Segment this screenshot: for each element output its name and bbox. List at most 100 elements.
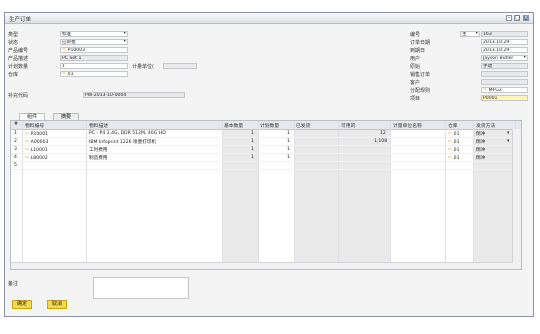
horizontal-scrollbar[interactable]	[11, 262, 513, 269]
col-header-base-qty[interactable]: 基本数量	[224, 122, 243, 129]
row-planned-qty[interactable]: 1	[287, 139, 290, 144]
dist-rule-label: 分配规则	[410, 88, 431, 94]
row-item-no[interactable]: ⇨ L80002	[25, 155, 48, 161]
row-index: 2	[14, 139, 17, 144]
chevron-down-icon[interactable]: ▾	[507, 139, 509, 144]
planned-qty-field[interactable]: 1	[60, 63, 128, 69]
due-date-label: 到期日	[410, 48, 426, 54]
row-base-qty[interactable]: 1	[251, 155, 254, 160]
link-arrow-icon[interactable]: ⇨	[25, 131, 29, 137]
planned-qty-label: 计划数量	[8, 64, 29, 70]
chevron-down-icon[interactable]: ▾	[507, 131, 509, 136]
row-planned-qty[interactable]: 1	[287, 147, 290, 152]
warehouse-value: 01	[67, 72, 74, 77]
row-warehouse-text: 01	[453, 132, 460, 137]
product-no-label: 产品编号	[8, 48, 29, 54]
doc-number-field: 163	[481, 31, 528, 37]
sales-order-field	[481, 71, 528, 77]
status-label: 状态	[8, 40, 19, 46]
col-header-item-no[interactable]: 物料编号	[25, 122, 44, 129]
doc-number-value: 163	[483, 32, 492, 37]
row-base-qty[interactable]: 1	[251, 139, 254, 144]
col-header-issued[interactable]: 已发货	[296, 122, 310, 129]
row-item-desc[interactable]: PC - P4 2.4G, DDR 512M, 40G HD	[89, 131, 166, 136]
series-select[interactable]: 主	[460, 31, 480, 37]
col-header-index: #	[14, 122, 19, 127]
number-label: 编号	[410, 32, 421, 38]
batch-label: 补充代码	[8, 93, 29, 99]
close-icon[interactable]: ×	[523, 15, 529, 21]
maximize-icon[interactable]: □	[514, 15, 520, 21]
user-select[interactable]: Jayson Butler	[481, 55, 528, 61]
row-planned-qty[interactable]: 1	[287, 131, 290, 136]
link-arrow-icon[interactable]: ⇨	[62, 72, 66, 76]
row-issue-method[interactable]: 倒冲	[476, 147, 485, 153]
row-item-desc[interactable]: 工时费用	[89, 147, 107, 153]
product-no-value: P10003	[67, 48, 86, 53]
vertical-scrollbar[interactable]	[512, 129, 521, 269]
warehouse-field[interactable]: ⇨ 01	[60, 71, 128, 77]
link-arrow-icon[interactable]: ⇨	[25, 147, 29, 153]
type-select[interactable]: 标准	[60, 31, 128, 37]
row-base-qty[interactable]: 1	[251, 147, 254, 152]
product-no-field[interactable]: ⇨ P10003	[60, 47, 128, 53]
product-desc-field[interactable]: PC Set 1	[60, 55, 128, 61]
link-arrow-icon[interactable]: ⇨	[25, 139, 29, 145]
table-row[interactable]: 2 ⇨ A00003 IBM Infoprint 1226 喷墨打印机 1 1 …	[11, 138, 513, 146]
row-warehouse[interactable]: ⇨ 01	[448, 139, 460, 145]
row-item-no[interactable]: ⇨ P10001	[25, 131, 48, 137]
tab-summary[interactable]: 摘要	[53, 113, 79, 120]
row-item-desc[interactable]: 制造费用	[89, 155, 107, 161]
due-date-field[interactable]: 2013.10.29	[481, 47, 528, 53]
uom-label: 计量单位(	[132, 64, 154, 70]
link-arrow-icon[interactable]: ⇨	[25, 155, 29, 161]
link-arrow-icon[interactable]: ⇨	[448, 139, 452, 145]
origin-value: 手动	[483, 64, 493, 69]
row-item-desc[interactable]: IBM Infoprint 1226 喷墨打印机	[89, 139, 156, 145]
customer-label: 客户	[410, 80, 421, 86]
ok-button[interactable]: 确定	[12, 300, 32, 309]
dist-rule-value: MFG2	[488, 88, 502, 93]
row-warehouse[interactable]: ⇨ 01	[448, 155, 460, 161]
minimize-icon[interactable]: –	[506, 15, 512, 21]
row-warehouse[interactable]: ⇨ 01	[448, 131, 460, 137]
col-header-available[interactable]: 可用的	[341, 122, 355, 129]
link-arrow-icon[interactable]: ⇨	[483, 88, 487, 92]
table-row[interactable]: 4 ⇨ L80002 制造费用 1 1 ⇨ 01 倒冲	[11, 154, 513, 162]
project-label: 项目	[410, 96, 421, 102]
project-value: P0001	[483, 96, 498, 101]
dist-rule-field[interactable]: ⇨ MFG2	[481, 87, 528, 93]
link-arrow-icon[interactable]: ⇨	[448, 155, 452, 161]
table-row[interactable]: 1 ⇨ P10001 PC - P4 2.4G, DDR 512M, 40G H…	[11, 130, 513, 138]
row-issue-method[interactable]: 倒冲	[476, 139, 485, 145]
remarks-textarea[interactable]	[93, 277, 189, 299]
cancel-button[interactable]: 取消	[47, 300, 67, 309]
row-item-no[interactable]: ⇨ L10001	[25, 147, 48, 153]
row-issue-method[interactable]: 倒冲	[476, 155, 485, 161]
col-header-uom-name[interactable]: 计量单位名称	[393, 122, 422, 129]
type-label: 类型	[8, 32, 19, 38]
link-arrow-icon[interactable]: ⇨	[448, 131, 452, 137]
row-item-no-text: A00003	[30, 140, 49, 145]
link-arrow-icon[interactable]: ⇨	[448, 147, 452, 153]
row-item-no-text: L80002	[30, 156, 48, 161]
table-row[interactable]: 3 ⇨ L10001 工时费用 1 1 ⇨ 01 倒冲	[11, 146, 513, 154]
status-select[interactable]: 已审批	[60, 39, 128, 45]
table-row[interactable]: 5	[11, 162, 513, 170]
order-date-field[interactable]: 2013.10.29	[481, 39, 528, 45]
col-header-item-desc[interactable]: 物料描述	[89, 122, 108, 129]
user-value: Jayson Butler	[483, 56, 514, 61]
link-arrow-icon[interactable]: ⇨	[62, 48, 66, 52]
col-header-issue-method[interactable]: 发货方法	[476, 122, 495, 129]
row-item-no[interactable]: ⇨ A00003	[25, 139, 48, 145]
col-header-warehouse[interactable]: 仓库	[448, 122, 458, 129]
project-field[interactable]: P0001	[481, 95, 528, 101]
tab-components[interactable]: 组件	[19, 113, 45, 120]
row-index: 1	[14, 131, 17, 136]
user-label: 用户	[410, 56, 421, 62]
row-issue-method[interactable]: 倒冲	[476, 131, 485, 137]
row-base-qty[interactable]: 1	[251, 131, 254, 136]
row-warehouse[interactable]: ⇨ 01	[448, 147, 460, 153]
row-planned-qty[interactable]: 1	[287, 155, 290, 160]
col-header-planned-qty[interactable]: 计划数量	[260, 122, 279, 129]
